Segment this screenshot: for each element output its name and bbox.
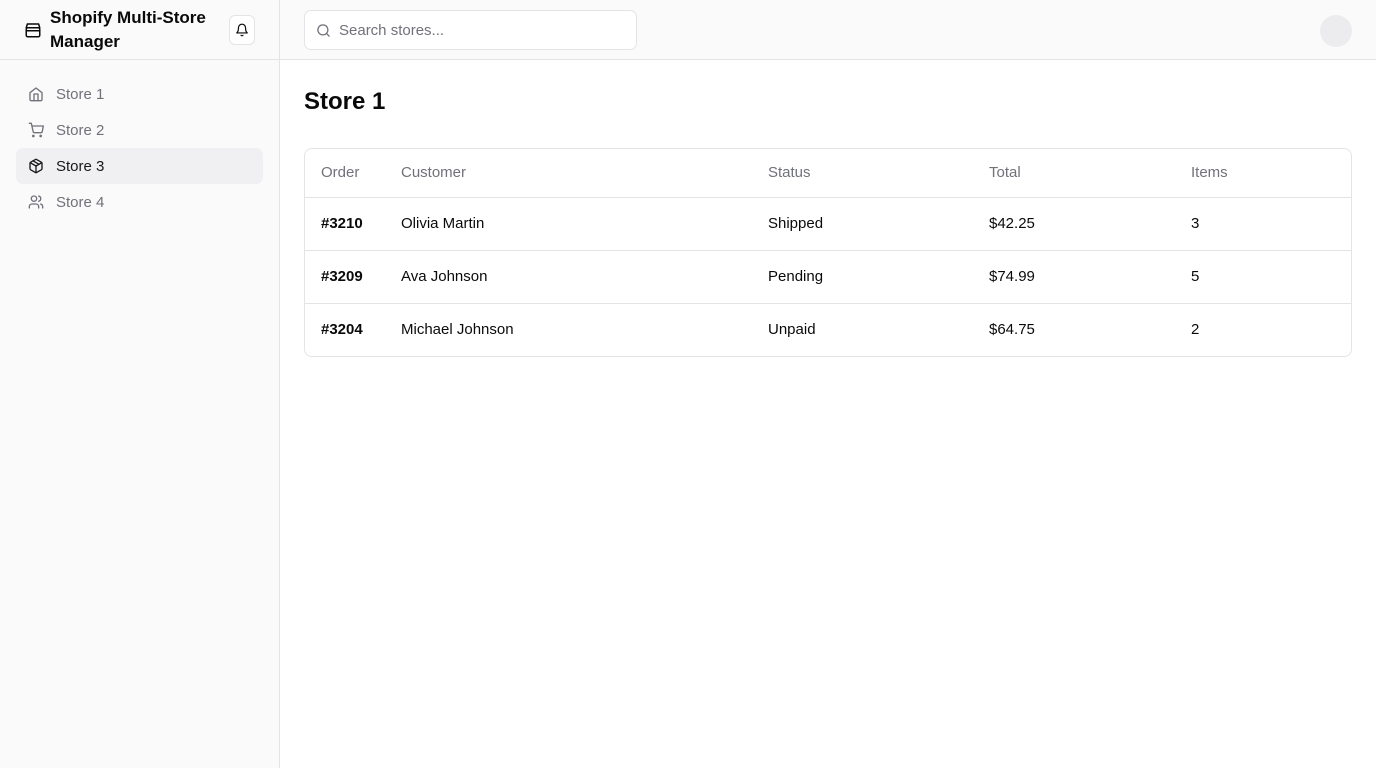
table-row[interactable]: #3210 Olivia Martin Shipped $42.25 3 (305, 197, 1351, 251)
table-row[interactable]: #3209 Ava Johnson Pending $74.99 5 (305, 250, 1351, 304)
order-cell: #3210 (305, 197, 385, 251)
page-title: Store 1 (304, 88, 386, 115)
notifications-button[interactable] (229, 15, 255, 45)
orders-table: Order Customer Status Total Items #3210 … (305, 149, 1351, 356)
search-icon (316, 23, 331, 38)
sidebar-item-store-1[interactable]: Store 1 (16, 76, 263, 112)
app-title: Shopify Multi-Store Manager (50, 7, 206, 51)
table-header-row: Order Customer Status Total Items (305, 149, 1351, 198)
customer-cell: Olivia Martin (385, 197, 752, 251)
sidebar: Shopify Multi-Store Manager Store 1 Stor… (0, 0, 280, 768)
status-cell: Pending (752, 250, 973, 304)
avatar[interactable] (1320, 15, 1352, 47)
topbar (280, 0, 1376, 60)
column-header-customer: Customer (385, 149, 752, 198)
table-row[interactable]: #3204 Michael Johnson Unpaid $64.75 2 (305, 303, 1351, 356)
search-input[interactable] (339, 21, 619, 39)
sidebar-nav: Store 1 Store 2 Store 3 Store 4 (0, 60, 279, 236)
column-header-status: Status (752, 149, 973, 198)
order-cell: #3204 (321, 321, 363, 339)
status-cell: Unpaid (768, 321, 816, 339)
customer-cell: Michael Johnson (401, 321, 514, 339)
users-icon (28, 194, 44, 210)
cart-icon (28, 122, 44, 138)
package-icon (28, 158, 44, 174)
sidebar-item-label: Store 1 (56, 85, 105, 103)
sidebar-item-label: Store 3 (56, 157, 105, 175)
sidebar-item-label: Store 4 (56, 193, 105, 211)
items-cell: 3 (1175, 197, 1351, 251)
status-cell: Shipped (752, 197, 973, 251)
column-header-total: Total (973, 149, 1175, 198)
items-cell: 5 (1175, 250, 1351, 304)
total-cell: $42.25 (973, 197, 1175, 251)
sidebar-item-store-2[interactable]: Store 2 (16, 112, 263, 148)
sidebar-item-label: Store 2 (56, 121, 105, 139)
customer-cell: Ava Johnson (385, 250, 752, 304)
sidebar-header: Shopify Multi-Store Manager (0, 0, 279, 60)
total-cell: $74.99 (973, 250, 1175, 304)
bell-icon (235, 23, 249, 37)
home-icon (28, 86, 44, 102)
column-header-items: Items (1175, 149, 1351, 198)
items-cell: 2 (1191, 321, 1200, 339)
total-cell: $64.75 (989, 321, 1035, 339)
order-cell: #3209 (305, 250, 385, 304)
sidebar-item-store-4[interactable]: Store 4 (16, 184, 263, 220)
sidebar-item-store-3[interactable]: Store 3 (16, 148, 263, 184)
store-icon (24, 21, 42, 39)
main-content: Store 1 Order Customer Status Total Item… (304, 60, 1352, 357)
column-header-order: Order (305, 149, 385, 198)
orders-table-card: Order Customer Status Total Items #3210 … (304, 148, 1352, 357)
search-box[interactable] (304, 10, 637, 50)
